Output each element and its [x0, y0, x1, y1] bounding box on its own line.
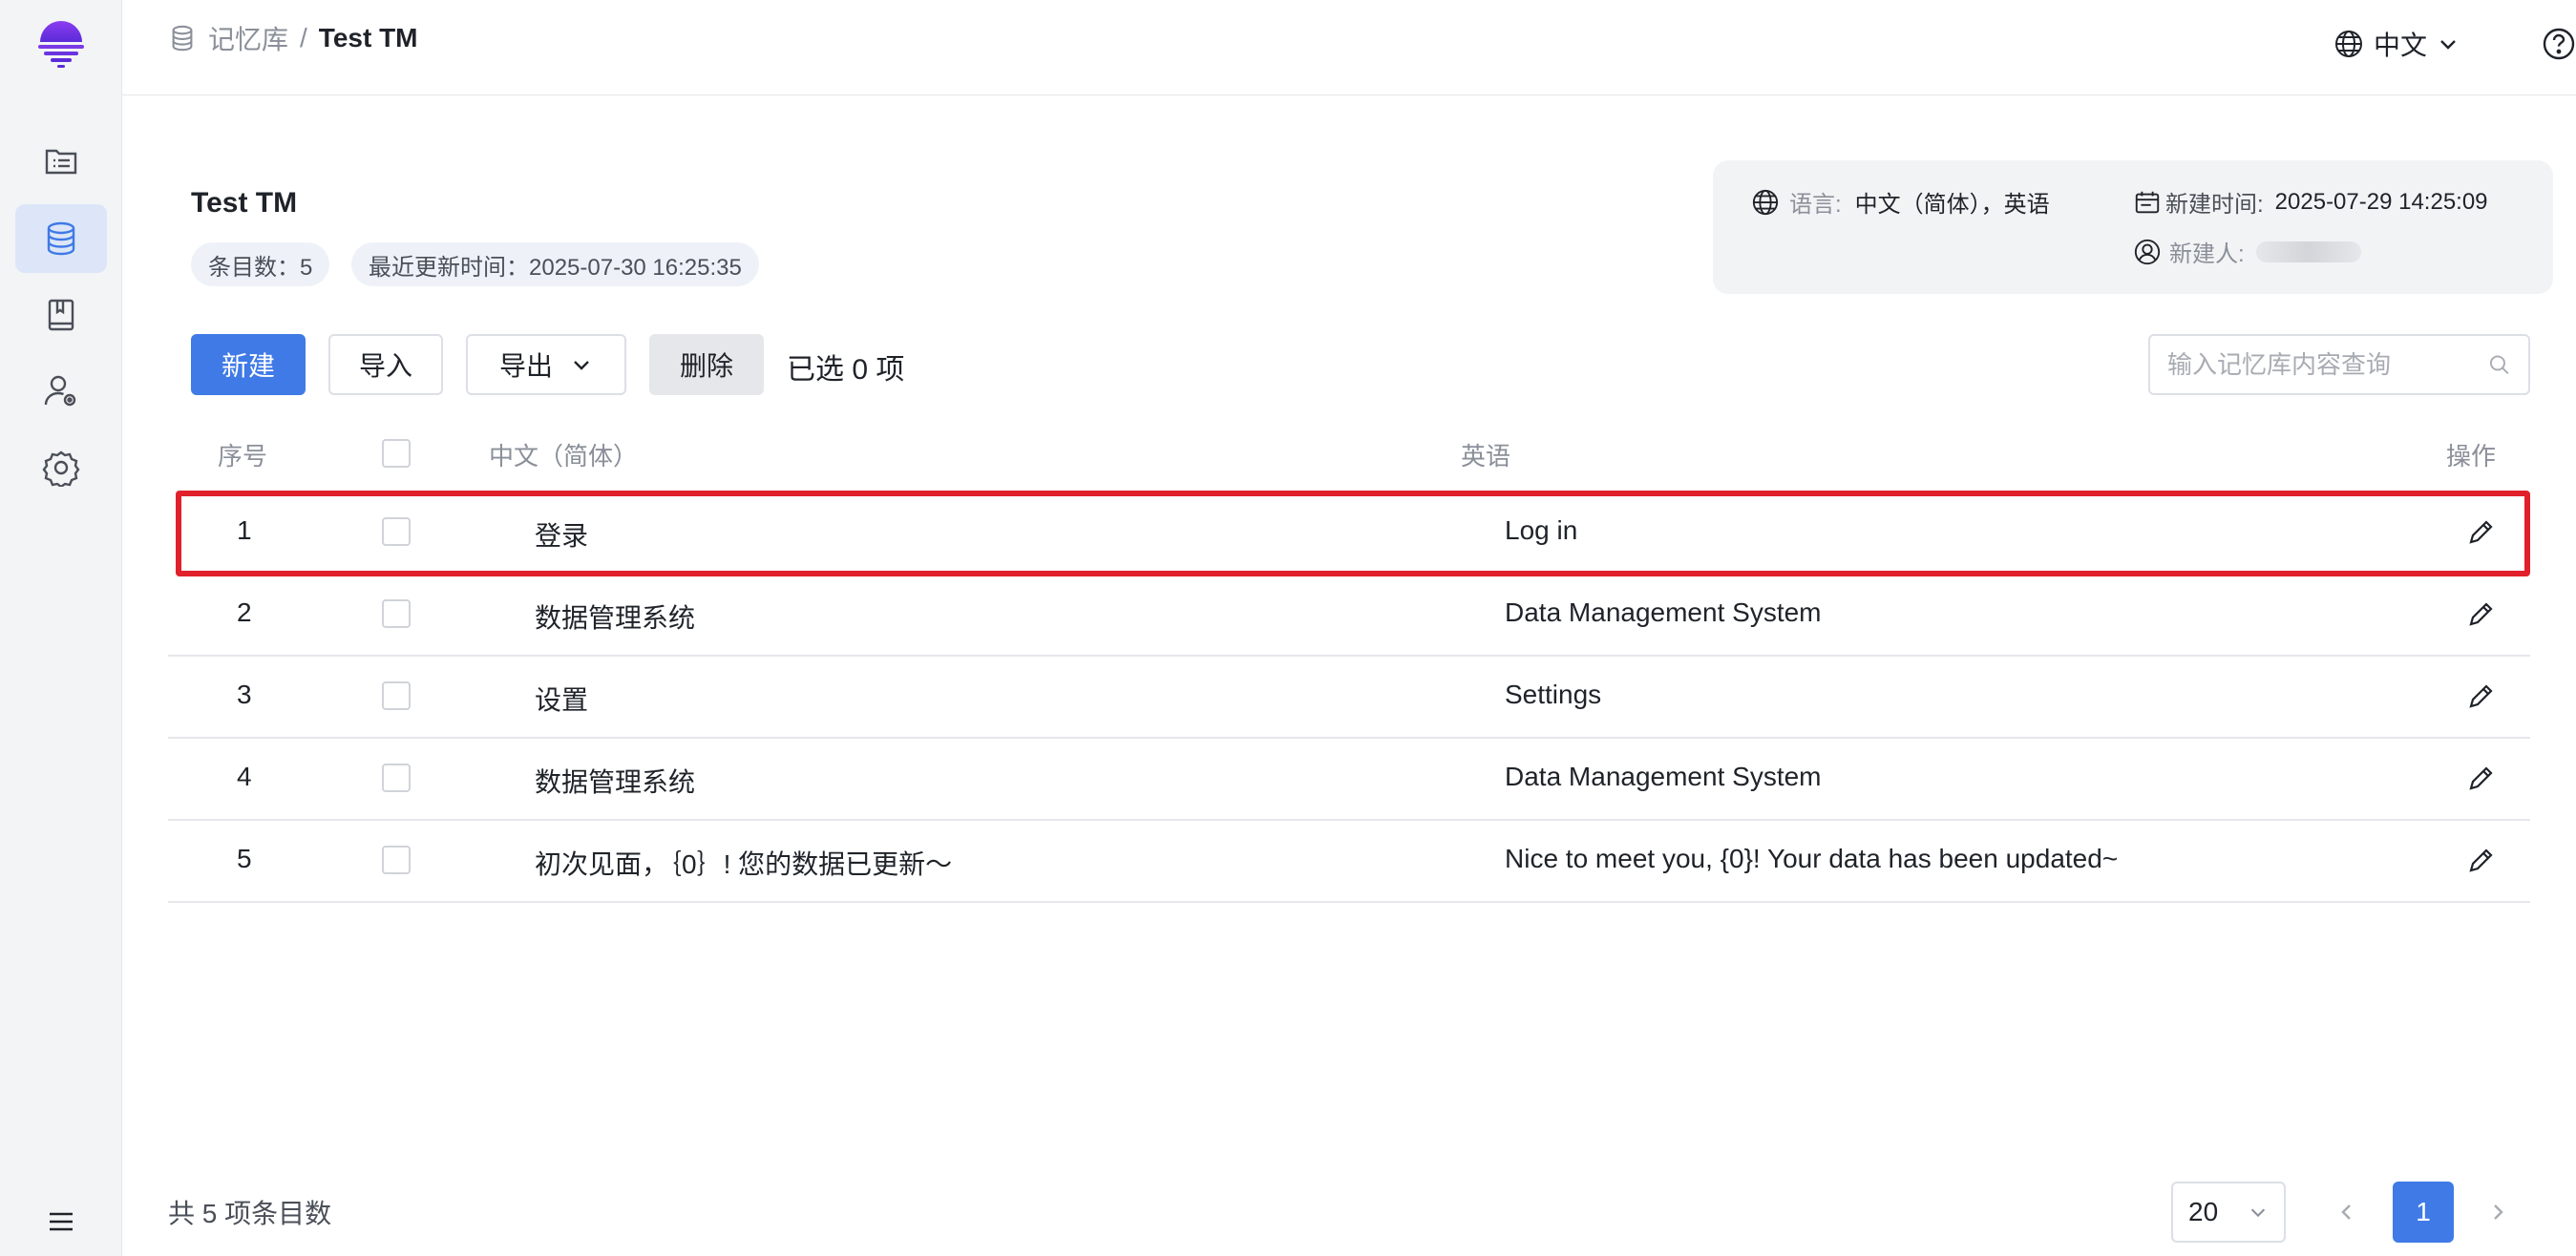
table-row-highlighted[interactable]	[176, 491, 2530, 576]
breadcrumb: 记忆库 / Test TM	[168, 19, 418, 57]
book-icon	[48, 299, 74, 331]
row-checkbox[interactable]	[382, 846, 411, 874]
globe-icon	[2335, 31, 2362, 57]
breadcrumb-current: Test TM	[318, 23, 418, 52]
row-index: 2	[237, 597, 252, 627]
top-header: 记忆库 / Test TM 中文	[122, 0, 2576, 95]
breadcrumb-separator: /	[300, 23, 307, 52]
gear-icon	[42, 450, 80, 487]
hamburger-icon	[50, 1212, 73, 1231]
language-info-label: 语言:	[1789, 192, 1842, 218]
row-checkbox[interactable]	[382, 517, 411, 546]
globe-icon	[1752, 189, 1779, 215]
database-icon	[172, 25, 193, 52]
row-index: 1	[237, 515, 252, 545]
edit-icon[interactable]	[2465, 599, 2496, 630]
import-button[interactable]: 导入	[328, 334, 443, 395]
app-logo	[34, 17, 88, 71]
chevron-down-icon	[2440, 40, 2456, 50]
nav-projects[interactable]	[15, 126, 107, 195]
delete-button[interactable]: 删除	[649, 334, 764, 395]
row-target-text: Settings	[1505, 680, 1602, 709]
row-target-text: Log in	[1505, 515, 1578, 545]
select-all-checkbox[interactable]	[382, 439, 411, 468]
tm-title: Test TM	[191, 187, 298, 219]
chevron-right-icon	[2494, 1204, 2503, 1220]
row-index: 5	[237, 844, 252, 873]
edit-icon[interactable]	[2465, 681, 2496, 712]
chevron-down-icon	[574, 361, 589, 370]
column-header-action: 操作	[2446, 442, 2497, 471]
nav-user-management[interactable]	[15, 357, 107, 426]
row-index: 4	[237, 762, 252, 791]
calendar-icon	[2135, 191, 2160, 213]
creator-label: 新建人:	[2169, 241, 2245, 267]
edit-icon[interactable]	[2465, 846, 2496, 876]
language-info-value: 中文（简体），英语	[1854, 192, 2050, 218]
user-settings-icon	[44, 375, 76, 407]
row-target-text: Data Management System	[1505, 597, 1822, 627]
chevron-left-icon	[2341, 1204, 2351, 1220]
prev-page-button[interactable]	[2324, 1189, 2370, 1235]
nav-glossary[interactable]	[15, 281, 107, 349]
new-entry-button[interactable]: 新建	[191, 334, 306, 395]
row-source-text: 数据管理系统	[535, 767, 696, 797]
table-row[interactable]	[168, 657, 2530, 739]
search-icon[interactable]	[2487, 350, 2511, 379]
row-target-text: Nice to meet you, {0}! Your data has bee…	[1505, 844, 2119, 873]
menu-toggle-button[interactable]	[38, 1199, 84, 1245]
language-switcher[interactable]: 中文	[2333, 23, 2460, 65]
export-dropdown-button[interactable]: 导出	[466, 334, 626, 395]
search-input[interactable]	[2167, 349, 2487, 380]
table-row[interactable]	[168, 739, 2530, 821]
row-checkbox[interactable]	[382, 764, 411, 792]
chevron-down-icon	[2250, 1208, 2266, 1218]
edit-icon[interactable]	[2465, 764, 2496, 794]
row-source-text: 登录	[535, 521, 589, 551]
export-label: 导出	[498, 351, 553, 381]
created-time-info: 新建时间: 2025-07-29 14:25:09	[2133, 185, 2488, 219]
edit-icon[interactable]	[2465, 517, 2496, 548]
language-info: 语言: 中文（简体），英语	[1751, 185, 2050, 219]
column-header-index: 序号	[218, 442, 268, 471]
created-time-label: 新建时间:	[2165, 192, 2264, 218]
next-page-button[interactable]	[2475, 1189, 2521, 1235]
breadcrumb-root-link[interactable]: 记忆库	[208, 19, 288, 57]
creator-name-redacted	[2255, 241, 2361, 262]
row-source-text: 数据管理系统	[535, 603, 696, 633]
question-icon	[2543, 28, 2575, 60]
table-row[interactable]	[168, 575, 2530, 657]
total-count: 共 5 项条目数	[168, 1199, 332, 1228]
sidebar	[0, 0, 122, 1256]
table-row[interactable]	[168, 821, 2530, 903]
row-checkbox[interactable]	[382, 681, 411, 710]
row-index: 3	[237, 680, 252, 709]
page-size-select[interactable]: 20	[2171, 1182, 2286, 1243]
creator-info: 新建人:	[2133, 235, 2361, 268]
page-size-value: 20	[2188, 1197, 2219, 1226]
row-source-text: 设置	[535, 685, 589, 715]
page-1-button[interactable]: 1	[2393, 1182, 2454, 1243]
row-target-text: Data Management System	[1505, 762, 1822, 791]
language-label: 中文	[2374, 31, 2428, 60]
column-header-source: 中文（简体）	[489, 442, 639, 471]
column-header-target: 英语	[1461, 442, 1511, 471]
row-checkbox[interactable]	[382, 599, 411, 628]
entry-count-tag: 条目数：5	[191, 242, 330, 286]
user-circle-icon	[2134, 239, 2161, 264]
nav-memory-library[interactable]	[15, 204, 107, 273]
help-button[interactable]	[2538, 23, 2576, 65]
nav-settings[interactable]	[15, 433, 107, 502]
last-updated-tag: 最近更新时间：2025-07-30 16:25:35	[351, 242, 759, 286]
tm-info-card: 语言: 中文（简体），英语 新建时间: 2025-07-29 14:25:09 …	[1713, 160, 2553, 294]
row-source-text: 初次见面，｛0｝! 您的数据已更新～	[535, 849, 953, 879]
created-time-value: 2025-07-29 14:25:09	[2274, 188, 2488, 215]
folder-list-icon	[45, 149, 77, 175]
search-box[interactable]	[2148, 334, 2530, 395]
selected-count: 已选 0 项	[787, 354, 905, 386]
database-icon	[47, 221, 75, 256]
